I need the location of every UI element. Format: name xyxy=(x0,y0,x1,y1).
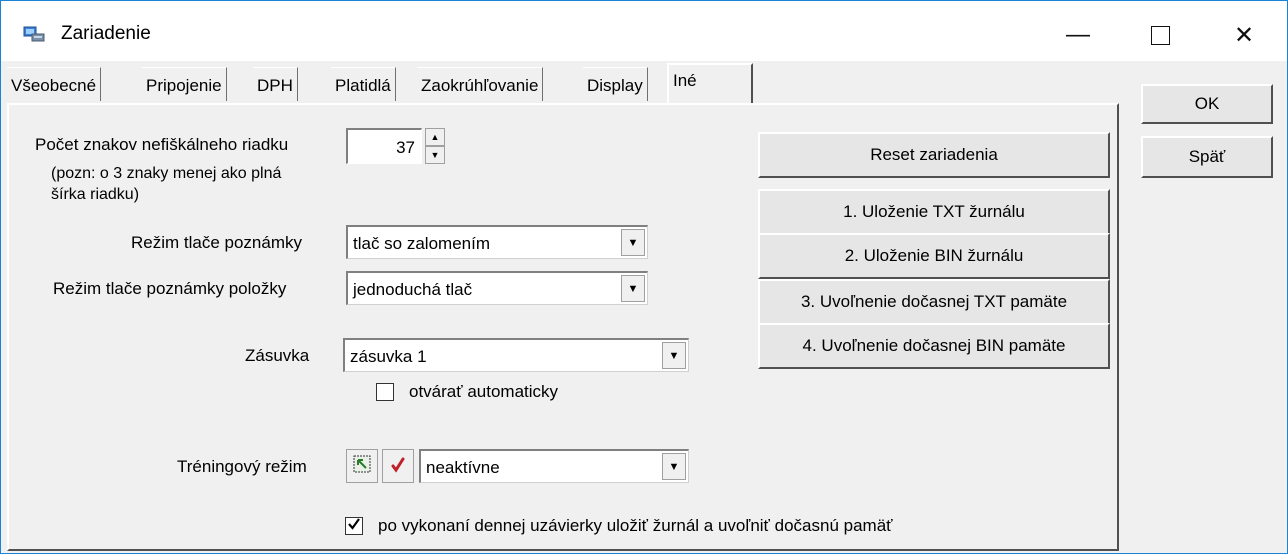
dropdown-arrow-icon[interactable]: ▼ xyxy=(662,342,686,369)
save-journal-label: po vykonaní dennej uzávierky uložiť žurn… xyxy=(378,516,893,535)
free-txt-memory-button[interactable]: 3. Uvoľnenie dočasnej TXT pamäte xyxy=(758,279,1110,325)
char-count-note-line2: šírka riadku) xyxy=(51,186,140,203)
char-count-input[interactable]: 37 xyxy=(346,128,422,164)
drawer-select[interactable]: zásuvka 1 ▼ xyxy=(343,338,689,372)
dropdown-arrow-icon[interactable]: ▼ xyxy=(621,275,645,302)
free-bin-memory-button[interactable]: 4. Uvoľnenie dočasnej BIN pamäte xyxy=(758,323,1110,369)
close-button[interactable]: ✕ xyxy=(1215,13,1273,57)
drawer-label: Zásuvka xyxy=(245,346,310,365)
item-note-mode-label: Režim tlače poznámky položky xyxy=(53,279,287,298)
tab-vseobecne[interactable]: Všeobecné xyxy=(7,67,102,101)
ok-button[interactable]: OK xyxy=(1141,84,1273,124)
tab-dph[interactable]: DPH xyxy=(253,67,298,101)
reset-device-button[interactable]: Reset zariadenia xyxy=(758,132,1110,178)
save-bin-journal-button[interactable]: 2. Uloženie BIN žurnálu xyxy=(758,233,1110,279)
maximize-button[interactable] xyxy=(1131,13,1189,57)
training-mode-value: neaktívne xyxy=(426,458,500,477)
minimize-icon: — xyxy=(1066,21,1090,48)
note-mode-select[interactable]: tlač so zalomením ▼ xyxy=(346,225,648,259)
char-count-note-line1: (pozn: o 3 znaky menej ako plná xyxy=(51,165,282,182)
item-note-mode-value: jednoduchá tlač xyxy=(353,280,473,299)
tab-zaokruhlovanie[interactable]: Zaokrúhľovanie xyxy=(417,67,544,101)
tab-ine[interactable]: Iné xyxy=(667,63,753,105)
auto-open-label: otvárať automaticky xyxy=(409,382,559,401)
tab-pripojenie[interactable]: Pripojenie xyxy=(142,67,227,101)
tab-platidla[interactable]: Platidlá xyxy=(331,67,396,101)
window-title: Zariadenie xyxy=(61,23,151,44)
note-mode-label: Režim tlače poznámky xyxy=(131,233,303,252)
training-mode-select[interactable]: neaktívne ▼ xyxy=(419,449,689,483)
dropdown-arrow-icon[interactable]: ▼ xyxy=(621,229,645,256)
title-bar[interactable]: Zariadenie — ✕ xyxy=(1,1,1287,61)
spin-down-icon[interactable]: ▼ xyxy=(425,146,445,164)
checkmark-icon xyxy=(347,516,361,536)
item-note-mode-select[interactable]: jednoduchá tlač ▼ xyxy=(346,271,648,305)
minimize-button[interactable]: — xyxy=(1049,13,1107,57)
training-check-button[interactable] xyxy=(382,449,414,483)
char-count-label: Počet znakov nefiškálneho riadku xyxy=(35,135,289,154)
save-txt-journal-button[interactable]: 1. Uloženie TXT žurnálu xyxy=(758,189,1110,235)
back-button[interactable]: Späť xyxy=(1141,136,1273,178)
red-check-icon xyxy=(389,455,407,478)
drawer-value: zásuvka 1 xyxy=(350,347,427,366)
char-count-spinner[interactable]: ▲ ▼ xyxy=(425,128,445,164)
maximize-icon xyxy=(1150,25,1170,45)
close-icon: ✕ xyxy=(1233,21,1255,49)
note-mode-value: tlač so zalomením xyxy=(353,234,490,253)
device-icon xyxy=(23,25,45,43)
device-dialog: Zariadenie — ✕ Všeobecné Pripojenie DPH … xyxy=(0,0,1288,554)
training-edit-button[interactable] xyxy=(346,449,378,483)
save-journal-checkbox[interactable] xyxy=(345,517,363,535)
edit-icon xyxy=(352,454,372,479)
tab-display[interactable]: Display xyxy=(583,67,648,101)
dropdown-arrow-icon[interactable]: ▼ xyxy=(662,453,686,480)
spin-up-icon[interactable]: ▲ xyxy=(425,128,445,146)
auto-open-checkbox[interactable] xyxy=(376,383,394,401)
training-mode-label: Tréningový režim xyxy=(177,457,307,476)
